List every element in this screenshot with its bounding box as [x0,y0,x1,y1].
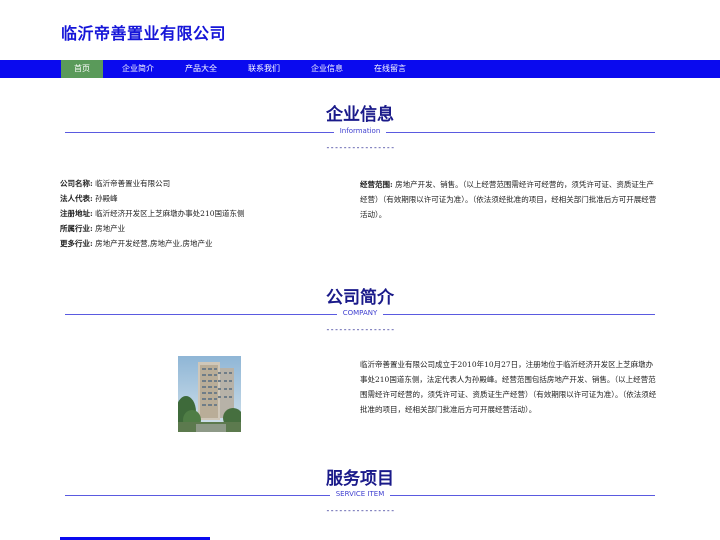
nav-item-company-info[interactable]: 企业信息 [306,60,348,78]
main-nav: 首页 企业简介 产品大全 联系我们 企业信息 在线留言 [0,60,720,78]
info-more-industry: 更多行业: 房地产开发经营,房地产业,房地产业 [60,239,213,248]
info-company-name: 公司名称: 临沂帝善置业有限公司 [60,179,171,188]
section-dash: ---------------- [325,143,395,152]
nav-item-home[interactable]: 首页 [61,60,103,78]
info-address: 注册地址: 临沂经济开发区上芝麻墩办事处210国道东侧 [60,209,245,218]
nav-item-products[interactable]: 产品大全 [180,60,222,78]
building-photo-image [178,356,241,432]
section-subtitle-info: Information [0,127,720,135]
section-subtitle-company: COMPANY [0,309,720,317]
section-dash: ---------------- [325,506,395,515]
company-intro-text: 临沂帝善置业有限公司成立于2010年10月27日，注册地位于临沂经济开发区上芝麻… [360,360,657,414]
nav-item-about[interactable]: 企业简介 [117,60,159,78]
section-title-info: 企业信息 [326,105,394,125]
section-dash: ---------------- [325,325,395,334]
section-subtitle-service: SERVICE ITEM [0,490,720,498]
building-photo [178,356,241,432]
info-industry: 所属行业: 房地产业 [60,224,126,233]
site-title[interactable]: 临沂帝善置业有限公司 [61,20,226,44]
nav-item-contact[interactable]: 联系我们 [243,60,285,78]
section-title-company: 公司简介 [326,288,394,308]
info-business-scope: 经营范围: 房地产开发、销售。（以上经营范围需经许可经营的，须凭许可证、资质证生… [360,180,657,219]
nav-item-message[interactable]: 在线留言 [369,60,411,78]
info-legal-rep: 法人代表: 孙殿峰 [60,194,118,203]
section-title-service: 服务项目 [326,469,394,489]
